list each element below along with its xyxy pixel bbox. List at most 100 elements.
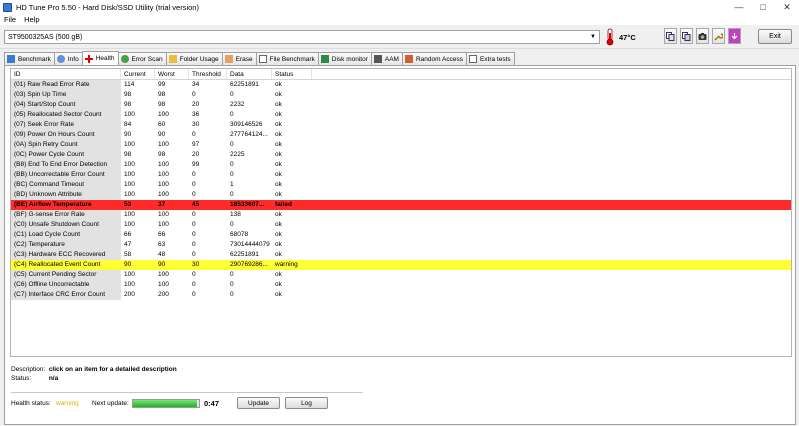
cell-status: ok: [275, 101, 282, 108]
cell-status: ok: [275, 271, 282, 278]
next-update-label: Next update:: [92, 400, 129, 407]
cell-threshold: 0: [192, 231, 196, 238]
cell-id: (C0) Unsafe Shutdown Count: [11, 220, 121, 230]
column-header-current[interactable]: Current: [121, 69, 155, 79]
smart-attributes-list[interactable]: ID Current Worst Threshold Data Status (…: [10, 68, 792, 357]
table-row[interactable]: (01) Raw Read Error Rate 114 99 34 62251891 o…: [11, 80, 791, 90]
list-header: ID Current Worst Threshold Data Status: [11, 69, 791, 80]
table-row[interactable]: (C6) Offline Uncorrectable 100 100 0 0 ok: [11, 280, 791, 290]
table-row[interactable]: (C3) Hardware ECC Recovered 58 48 0 62251891…: [11, 250, 791, 260]
window-title: HD Tune Pro 5.50 - Hard Disk/SSD Utility…: [16, 2, 199, 12]
tab-benchmark[interactable]: Benchmark: [4, 52, 55, 65]
erase-icon: [224, 55, 233, 63]
table-row[interactable]: (04) Start/Stop Count 98 98 20 2232 ok: [11, 100, 791, 110]
file-benchmark-icon: [258, 55, 267, 63]
health-status-value: warning: [56, 400, 79, 407]
cell-current: 98: [124, 101, 132, 108]
drive-select-value: ST9500325AS (500 gB): [8, 33, 83, 41]
screenshot-button[interactable]: [696, 28, 709, 44]
tab-file-benchmark[interactable]: File Benchmark: [255, 52, 319, 65]
cell-data: 18533607...: [230, 201, 265, 208]
table-row[interactable]: (0C) Power Cycle Count 98 98 20 2225 ok: [11, 150, 791, 160]
minimize-button[interactable]: —: [727, 0, 751, 14]
status-label: Status:: [11, 375, 32, 382]
cell-status: ok: [275, 151, 282, 158]
update-button[interactable]: Update: [237, 397, 280, 409]
cell-status: ok: [275, 81, 282, 88]
column-header-status[interactable]: Status: [272, 69, 312, 79]
close-button[interactable]: ✕: [775, 0, 799, 14]
column-header-worst[interactable]: Worst: [155, 69, 189, 79]
cell-id: (0C) Power Cycle Count: [11, 150, 121, 160]
copy-all-button[interactable]: [680, 28, 693, 44]
table-row[interactable]: (05) Reallocated Sector Count 100 100 36 0 ok: [11, 110, 791, 120]
cell-worst: 98: [158, 151, 166, 158]
menu-file[interactable]: File: [4, 15, 16, 24]
cell-data: 0: [230, 221, 234, 228]
drive-select[interactable]: ST9500325AS (500 gB) ▼: [4, 30, 600, 44]
tab-extra-tests[interactable]: Extra tests: [465, 52, 515, 65]
tab-random-access[interactable]: Random Access: [401, 52, 467, 65]
tab-label: Folder Usage: [179, 55, 219, 63]
menu-help[interactable]: Help: [24, 15, 39, 24]
cell-status: ok: [275, 141, 282, 148]
cell-threshold: 0: [192, 291, 196, 298]
log-button[interactable]: Log: [285, 397, 328, 409]
tab-label: Benchmark: [18, 55, 51, 63]
table-row[interactable]: (BE) Airflow Temperature 53 37 45 18533607..…: [11, 200, 791, 210]
description-area: Description: click on an item for a deta…: [5, 362, 797, 392]
tab-folder-usage[interactable]: Folder Usage: [165, 52, 223, 65]
maximize-button[interactable]: □: [751, 0, 775, 14]
table-row[interactable]: (BD) Unknown Attribute 100 100 0 0 ok: [11, 190, 791, 200]
cell-data: 2225: [230, 151, 245, 158]
health-status-label: Health status:: [11, 400, 51, 407]
table-row[interactable]: (C5) Current Pending Sector 100 100 0 0 ok: [11, 270, 791, 280]
column-header-threshold[interactable]: Threshold: [189, 69, 227, 79]
cell-id: (03) Spin Up Time: [11, 90, 121, 100]
cell-current: 100: [124, 171, 135, 178]
exit-button[interactable]: Exit: [758, 29, 792, 44]
wrench-icon: [714, 32, 723, 40]
table-row[interactable]: (07) Seek Error Rate 84 60 30 309146526 ok: [11, 120, 791, 130]
cell-status: ok: [275, 161, 282, 168]
tab-bar: Benchmark Info Health Error Scan Folder …: [4, 51, 799, 65]
tab-disk-monitor[interactable]: Disk monitor: [317, 52, 372, 65]
column-header-id[interactable]: ID: [11, 69, 121, 79]
table-row[interactable]: (03) Spin Up Time 98 98 0 0 ok: [11, 90, 791, 100]
table-row[interactable]: (C0) Unsafe Shutdown Count 100 100 0 0 ok: [11, 220, 791, 230]
copy-info-button[interactable]: [664, 28, 677, 44]
cell-threshold: 0: [192, 281, 196, 288]
column-header-data[interactable]: Data: [227, 69, 272, 79]
options-button[interactable]: [712, 28, 725, 44]
table-row[interactable]: (09) Power On Hours Count 90 90 0 277764124.…: [11, 130, 791, 140]
tab-aam[interactable]: AAM: [370, 52, 403, 65]
table-row[interactable]: (BF) G-sense Error Rate 100 100 0 138 ok: [11, 210, 791, 220]
table-row[interactable]: (BB) Uncorrectable Error Count 100 100 0 0 ok: [11, 170, 791, 180]
table-row[interactable]: (0A) Spin Retry Count 100 100 97 0 ok: [11, 140, 791, 150]
tab-error-scan[interactable]: Error Scan: [117, 52, 167, 65]
tab-info[interactable]: Info: [53, 52, 83, 65]
cell-status: ok: [275, 121, 282, 128]
table-row[interactable]: (C2) Temperature 47 63 0 73014444079 ok: [11, 240, 791, 250]
table-row[interactable]: (C1) Load Cycle Count 66 66 0 68078 ok: [11, 230, 791, 240]
cell-id: (BC) Command Timeout: [11, 180, 121, 190]
cell-status: warning: [275, 261, 298, 268]
cell-threshold: 97: [192, 141, 200, 148]
cell-status: ok: [275, 211, 282, 218]
table-row[interactable]: (BC) Command Timeout 100 100 0 1 ok: [11, 180, 791, 190]
cell-threshold: 36: [192, 111, 200, 118]
copy-icon: [666, 31, 675, 41]
cell-id: (BD) Unknown Attribute: [11, 190, 121, 200]
cell-threshold: 0: [192, 191, 196, 198]
table-row[interactable]: (B8) End To End Error Detection 100 100 99 0…: [11, 160, 791, 170]
table-row[interactable]: (C4) Reallocated Event Count 90 90 30 290769…: [11, 260, 791, 270]
camera-icon: [698, 32, 707, 40]
cell-id: (05) Reallocated Sector Count: [11, 110, 121, 120]
table-row[interactable]: (C7) Interface CRC Error Count 200 200 0 0 ok: [11, 290, 791, 300]
tab-health[interactable]: Health: [81, 51, 119, 65]
tab-erase[interactable]: Erase: [221, 52, 257, 65]
cell-current: 100: [124, 211, 135, 218]
cell-data: 0: [230, 141, 234, 148]
info-icon: [56, 55, 65, 63]
save-button[interactable]: [728, 28, 741, 44]
